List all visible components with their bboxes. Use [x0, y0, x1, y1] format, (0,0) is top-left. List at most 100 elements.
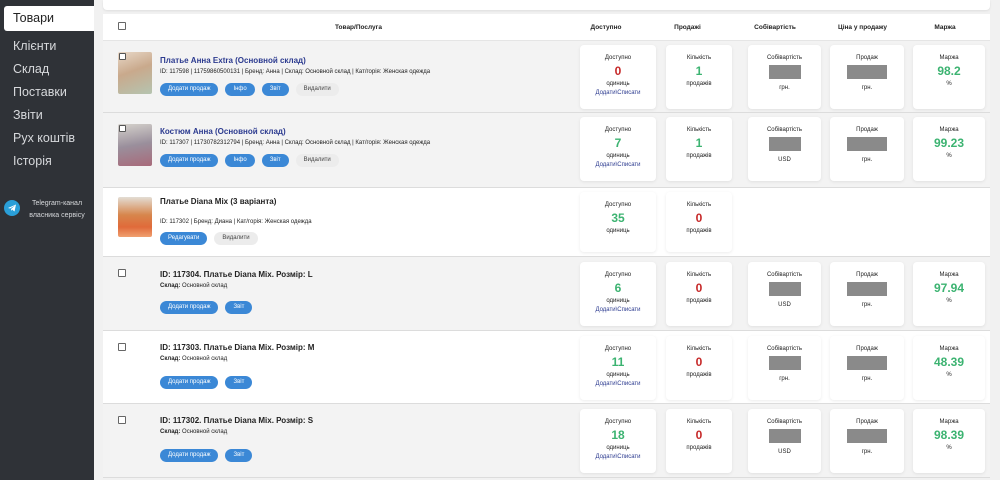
info-button[interactable]: Інфо	[225, 83, 255, 96]
sidebar-item-supplies[interactable]: Поставки	[0, 81, 94, 104]
sidebar-item-warehouse[interactable]: Склад	[0, 58, 94, 81]
sidebar-item-clients[interactable]: Клієнти	[0, 35, 94, 58]
cost-label: Собівартість	[766, 346, 803, 352]
margin-card: Маржа 48.39 %	[913, 336, 985, 400]
delete-button[interactable]: Видалити	[214, 232, 258, 245]
price-label: Продаж	[856, 127, 878, 133]
sidebar-item-reports[interactable]: Звіти	[0, 104, 94, 127]
warehouse-value: Основной склад	[182, 429, 228, 435]
available-label: Доступно	[604, 55, 632, 61]
price-unit: грн.	[861, 302, 873, 308]
available-unit: одиниць	[606, 228, 630, 234]
add-writeoff-link[interactable]: Додати\Списати	[580, 381, 656, 387]
available-value: 0	[614, 64, 622, 78]
price-card: Продаж грн.	[830, 45, 904, 109]
warehouse-value: Основной склад	[182, 356, 228, 362]
sales-label: Кількість	[686, 202, 712, 208]
report-button[interactable]: Звіт	[225, 376, 253, 389]
cost-unit: грн.	[779, 376, 790, 382]
delete-button[interactable]: Видалити	[295, 83, 339, 96]
product-meta: ID: 117307 | 11730782312794 | Бренд: Анн…	[160, 140, 431, 146]
available-value: 18	[611, 428, 625, 442]
row-select-cell	[103, 404, 126, 477]
price-label: Продаж	[856, 346, 878, 352]
sidebar-item-cashflow[interactable]: Рух коштів	[0, 127, 94, 150]
margin-unit: %	[946, 298, 952, 304]
cost-card: Собівартість USD	[748, 409, 821, 473]
add-writeoff-link[interactable]: Додати\Списати	[580, 90, 656, 96]
add-writeoff-link[interactable]: Додати\Списати	[580, 162, 656, 168]
product-info: ID: 117304. Платье Diana Mix. Розмір: L …	[120, 257, 594, 330]
select-all-checkbox[interactable]	[118, 22, 126, 30]
table-header: Товар/Послуга Доступно Продажі Собіварті…	[103, 14, 990, 41]
margin-value: 99.23	[933, 136, 965, 150]
sales-unit: продажів	[686, 298, 712, 304]
sales-unit: продажів	[686, 81, 712, 87]
cost-label: Собівартість	[766, 272, 803, 278]
sales-value: 1	[695, 64, 703, 78]
sidebar-item-history[interactable]: Історія	[0, 150, 94, 173]
add-sale-button[interactable]: Додати продаж	[160, 449, 219, 462]
available-value: 11	[611, 355, 625, 369]
cost-unit: USD	[778, 157, 791, 163]
sales-label: Кількість	[686, 346, 712, 352]
product-info: ID: 117302. Платье Diana Mix. Розмір: S …	[120, 404, 594, 477]
margin-unit: %	[946, 153, 952, 159]
report-button[interactable]: Звіт	[261, 154, 289, 167]
price-unit: грн.	[861, 85, 873, 91]
price-unit: грн.	[861, 376, 873, 382]
edit-button[interactable]: Редагувати	[160, 232, 208, 245]
product-info: Платье Анна Extra (Основной склад) ID: 1…	[103, 41, 577, 112]
sales-card: Кількість 0 продажів	[666, 192, 732, 252]
header-price: Ціна у продажу	[837, 23, 888, 31]
sales-label: Кількість	[686, 55, 712, 61]
margin-card: Маржа 98.2 %	[913, 45, 985, 109]
cost-redacted	[768, 429, 801, 443]
cost-redacted	[768, 356, 801, 370]
sales-card: Кількість 1 продажів	[666, 117, 732, 181]
sidebar-nav: Товари Клієнти Склад Поставки Звіти Рух …	[0, 6, 94, 173]
header-cost: Собівартість	[754, 23, 796, 31]
add-sale-button[interactable]: Додати продаж	[160, 154, 219, 167]
add-sale-button[interactable]: Додати продаж	[160, 301, 219, 314]
available-card: Доступно 11 одиниць Додати\Списати	[580, 336, 656, 400]
top-panel	[103, 0, 990, 10]
product-meta: ID: 117598 | 11759860500131 | Бренд: Анн…	[160, 69, 431, 75]
product-title[interactable]: Платье Diana Mix (3 варіанта)	[160, 197, 577, 206]
price-redacted	[847, 282, 887, 296]
report-button[interactable]: Звіт	[261, 83, 289, 96]
delete-button[interactable]: Видалити	[295, 154, 339, 167]
margin-label: Маржа	[939, 127, 959, 133]
warehouse-label: Склад:	[160, 429, 181, 435]
cost-redacted	[768, 137, 801, 151]
price-label: Продаж	[856, 272, 878, 278]
margin-label: Маржа	[939, 346, 959, 352]
cost-card: Собівартість грн.	[748, 45, 821, 109]
info-button[interactable]: Інфо	[225, 154, 255, 167]
sidebar-item-products[interactable]: Товари	[4, 6, 94, 31]
table-row: Костюм Анна (Основной склад) ID: 117307 …	[103, 113, 990, 188]
cost-redacted	[768, 65, 801, 79]
product-title-link[interactable]: Костюм Анна (Основной склад)	[160, 127, 577, 136]
report-button[interactable]: Звіт	[225, 301, 253, 314]
header-product: Товар/Послуга	[335, 23, 382, 31]
available-unit: одиниць	[606, 153, 630, 159]
add-sale-button[interactable]: Додати продаж	[160, 83, 219, 96]
margin-value: 98.2	[937, 64, 961, 78]
price-redacted	[847, 429, 887, 443]
products-table: Товар/Послуга Доступно Продажі Собіварті…	[103, 14, 990, 478]
add-writeoff-link[interactable]: Додати\Списати	[580, 307, 656, 313]
telegram-link[interactable]: Telegram-канал власника сервісу	[4, 198, 92, 222]
price-label: Продаж	[856, 419, 878, 425]
table-row: Платье Анна Extra (Основной склад) ID: 1…	[103, 41, 990, 113]
table-row: ID: 117302. Платье Diana Mix. Розмір: S …	[103, 404, 990, 478]
add-writeoff-link[interactable]: Додати\Списати	[580, 454, 656, 460]
sales-value: 0	[695, 211, 703, 225]
report-button[interactable]: Звіт	[225, 449, 253, 462]
margin-unit: %	[946, 81, 952, 87]
add-sale-button[interactable]: Додати продаж	[160, 376, 219, 389]
sales-value: 0	[695, 428, 703, 442]
product-title-link[interactable]: Платье Анна Extra (Основной склад)	[160, 56, 577, 65]
warehouse-label: Склад:	[160, 283, 181, 289]
telegram-label[interactable]: Telegram-канал власника сервісу	[23, 198, 91, 222]
